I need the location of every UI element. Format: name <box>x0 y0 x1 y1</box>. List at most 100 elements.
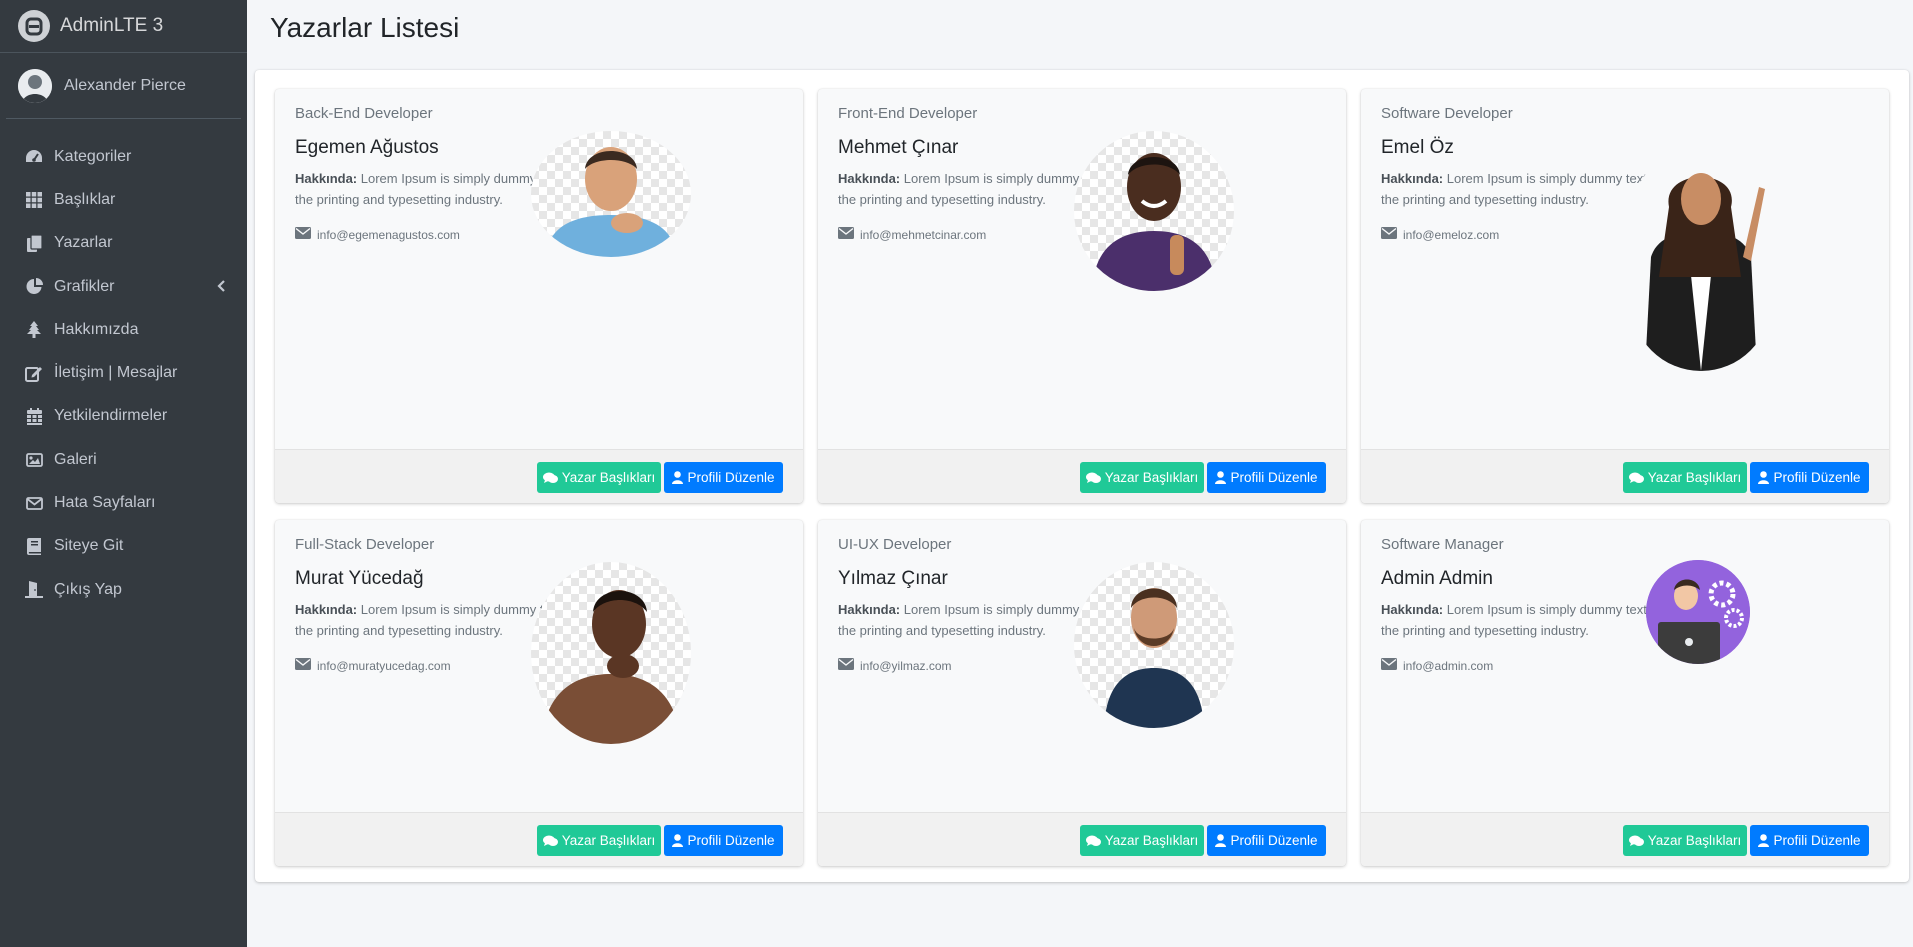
authors-panel: Back-End Developer Egemen Ağustos Hakkın… <box>255 70 1909 882</box>
author-role: Software Developer <box>1381 105 1513 122</box>
author-photo <box>531 131 691 257</box>
grid-icon <box>24 190 44 210</box>
author-posts-button[interactable]: Yazar Başlıkları <box>537 462 661 493</box>
author-email: info@emeloz.com <box>1381 227 1499 242</box>
sidebar-nav: Kategoriler Başlıklar Yazarlar Grafikler… <box>0 135 247 611</box>
button-label: Yazar Başlıkları <box>561 833 656 848</box>
comments-icon <box>1085 472 1101 483</box>
sidebar-item-label: Başlıklar <box>54 190 116 208</box>
sidebar-item-galeri[interactable]: Galeri <box>0 438 247 481</box>
envelope-icon <box>1381 227 1397 242</box>
image-icon <box>24 450 44 470</box>
chevron-left-icon[interactable] <box>217 279 225 297</box>
sidebar-item-iletisim[interactable]: İletişim | Mesajlar <box>0 351 247 394</box>
edit-profile-button[interactable]: Profili Düzenle <box>1207 462 1326 493</box>
button-label: Profili Düzenle <box>687 470 775 485</box>
sidebar-item-cikis-yap[interactable]: Çıkış Yap <box>0 568 247 611</box>
card-footer: Yazar Başlıkları Profili Düzenle <box>818 449 1346 503</box>
brand-title: AdminLTE 3 <box>60 15 164 36</box>
edit-profile-button[interactable]: Profili Düzenle <box>1750 825 1869 856</box>
author-email: info@admin.com <box>1381 658 1493 673</box>
user-icon <box>1758 834 1770 847</box>
card-footer: Yazar Başlıkları Profili Düzenle <box>275 812 803 866</box>
author-photo <box>1074 131 1234 291</box>
book-icon <box>24 536 44 556</box>
edit-profile-button[interactable]: Profili Düzenle <box>664 462 783 493</box>
author-role: Software Manager <box>1381 536 1504 553</box>
author-about: Hakkında: Lorem Ipsum is simply dummy te… <box>1381 168 1666 210</box>
user-icon <box>672 834 684 847</box>
author-name: Mehmet Çınar <box>838 137 959 158</box>
author-card: Front-End Developer Mehmet Çınar Hakkınd… <box>818 89 1346 503</box>
sidebar-item-label: İletişim | Mesajlar <box>54 364 178 382</box>
button-label: Yazar Başlıkları <box>561 470 656 485</box>
button-label: Profili Düzenle <box>1230 470 1318 485</box>
button-label: Profili Düzenle <box>1773 470 1861 485</box>
author-card: Software Developer Emel Öz Hakkında: Lor… <box>1361 89 1889 503</box>
sidebar-item-yazarlar[interactable]: Yazarlar <box>0 222 247 265</box>
button-label: Yazar Başlıkları <box>1104 833 1199 848</box>
email-text: info@mehmetcinar.com <box>860 227 987 242</box>
copy-icon <box>24 233 44 253</box>
sidebar-item-label: Yazarlar <box>54 234 113 252</box>
logout-icon <box>24 580 44 600</box>
author-name: Emel Öz <box>1381 137 1454 158</box>
author-card: UI-UX Developer Yılmaz Çınar Hakkında: L… <box>818 520 1346 866</box>
author-about: Hakkında: Lorem Ipsum is simply dummy te… <box>1381 599 1666 641</box>
author-role: Back-End Developer <box>295 105 433 122</box>
email-text: info@emeloz.com <box>1403 227 1500 242</box>
sidebar-item-label: Yetkilendirmeler <box>54 407 168 425</box>
author-posts-button[interactable]: Yazar Başlıkları <box>1080 462 1204 493</box>
about-label: Hakkında: <box>838 171 901 186</box>
edit-profile-button[interactable]: Profili Düzenle <box>1750 462 1869 493</box>
author-card: Software Manager Admin Admin Hakkında: L… <box>1361 520 1889 866</box>
edit-icon <box>24 363 44 383</box>
card-footer: Yazar Başlıkları Profili Düzenle <box>275 449 803 503</box>
author-email: info@egemenagustos.com <box>295 227 460 242</box>
sidebar: AdminLTE 3 Alexander Pierce Kategoriler … <box>0 0 247 947</box>
brand-link[interactable]: AdminLTE 3 <box>0 0 247 53</box>
sidebar-item-hata-sayfalari[interactable]: Hata Sayfaları <box>0 481 247 524</box>
envelope-icon <box>295 227 311 242</box>
button-label: Profili Düzenle <box>687 833 775 848</box>
author-posts-button[interactable]: Yazar Başlıkları <box>1080 825 1204 856</box>
author-grid: Back-End Developer Egemen Ağustos Hakkın… <box>275 89 1889 866</box>
edit-profile-button[interactable]: Profili Düzenle <box>664 825 783 856</box>
author-email: info@yilmaz.com <box>838 658 952 673</box>
user-icon <box>1215 834 1227 847</box>
envelope-icon <box>1381 658 1397 673</box>
sidebar-item-basliklar[interactable]: Başlıklar <box>0 178 247 221</box>
user-icon <box>672 471 684 484</box>
author-posts-button[interactable]: Yazar Başlıkları <box>537 825 661 856</box>
dashboard-icon <box>24 147 44 167</box>
author-posts-button[interactable]: Yazar Başlıkları <box>1623 825 1747 856</box>
sidebar-item-siteye-git[interactable]: Siteye Git <box>0 525 247 568</box>
sidebar-item-label: Siteye Git <box>54 537 124 555</box>
sidebar-item-hakkimizda[interactable]: Hakkımızda <box>0 308 247 351</box>
sidebar-item-label: Çıkış Yap <box>54 580 122 598</box>
envelope-icon <box>838 227 854 242</box>
card-footer: Yazar Başlıkları Profili Düzenle <box>1361 449 1889 503</box>
user-panel[interactable]: Alexander Pierce <box>6 53 241 119</box>
sidebar-item-kategoriler[interactable]: Kategoriler <box>0 135 247 178</box>
author-name: Egemen Ağustos <box>295 137 439 158</box>
author-email: info@mehmetcinar.com <box>838 227 986 242</box>
author-role: UI-UX Developer <box>838 536 952 553</box>
pie-chart-icon <box>24 277 44 297</box>
author-photo <box>1631 147 1771 371</box>
button-label: Yazar Başlıkları <box>1647 470 1742 485</box>
author-card: Back-End Developer Egemen Ağustos Hakkın… <box>275 89 803 503</box>
button-label: Yazar Başlıkları <box>1647 833 1742 848</box>
email-text: info@yilmaz.com <box>860 658 952 673</box>
sidebar-item-yetkilendirmeler[interactable]: Yetkilendirmeler <box>0 395 247 438</box>
user-icon <box>1215 471 1227 484</box>
card-footer: Yazar Başlıkları Profili Düzenle <box>1361 812 1889 866</box>
email-text: info@muratyucedag.com <box>317 658 451 673</box>
about-label: Hakkında: <box>295 602 358 617</box>
button-label: Yazar Başlıkları <box>1104 470 1199 485</box>
sidebar-item-grafikler[interactable]: Grafikler <box>0 265 247 308</box>
author-posts-button[interactable]: Yazar Başlıkları <box>1623 462 1747 493</box>
edit-profile-button[interactable]: Profili Düzenle <box>1207 825 1326 856</box>
button-label: Profili Düzenle <box>1773 833 1861 848</box>
about-label: Hakkında: <box>1381 602 1444 617</box>
